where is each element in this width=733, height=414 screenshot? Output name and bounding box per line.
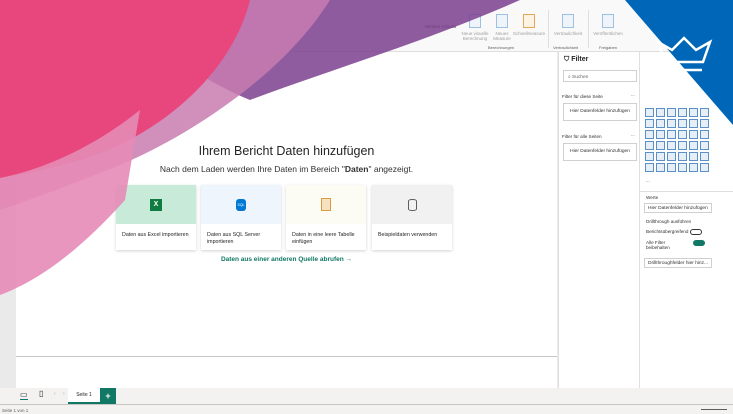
keep-filters-label: Alle Filter beibehalten [646, 240, 670, 250]
more-visuals[interactable]: ... [646, 178, 650, 183]
visual-type-icon[interactable] [656, 119, 665, 128]
report-canvas-area: Ihrem Bericht Daten hinzufügen Nach dem … [0, 52, 558, 388]
publish-icon [602, 14, 614, 28]
other-source-link[interactable]: Daten aus einer anderen Quelle abrufen → [16, 256, 557, 263]
add-page-button[interactable]: + [100, 388, 116, 404]
visual-type-icon[interactable] [700, 108, 709, 117]
sample-data-card[interactable]: Beispieldaten verwenden [372, 185, 452, 250]
visual-type-icon[interactable] [645, 119, 654, 128]
visual-type-icon[interactable] [689, 130, 698, 139]
report-canvas[interactable]: Ihrem Bericht Daten hinzufügen Nach dem … [16, 52, 557, 356]
visual-type-icon[interactable] [667, 108, 676, 117]
quick-measure-icon [523, 14, 535, 28]
visual-type-icon[interactable] [645, 130, 654, 139]
excel-icon: X [150, 198, 162, 211]
page-tabs-bar: ▭ ▯ ‹ › Seite 1 + [0, 388, 733, 404]
zoom-slider[interactable] [701, 409, 727, 410]
visual-type-icon[interactable] [678, 130, 687, 139]
new-measure-button[interactable]: Neues Measure [492, 14, 512, 41]
visual-type-icon[interactable] [689, 152, 698, 161]
more-visuals-button[interactable]: Weitere Visuals [425, 24, 456, 29]
filter-title: ⛉ Filter [564, 56, 589, 63]
measure-icon [496, 14, 508, 28]
visual-type-icon[interactable] [645, 108, 654, 117]
all-pages-filter-drop[interactable]: Hier Datenfelder hinzufügen [563, 143, 637, 161]
visual-type-icon[interactable] [667, 119, 676, 128]
paste-table-card[interactable]: Daten in eine leere Tabelle einfügen [286, 185, 366, 250]
next-page-icon[interactable]: › [63, 391, 65, 397]
calculation-icon [469, 14, 481, 28]
group-label: Freigaben [599, 45, 618, 50]
group-label: Vertraulichkeit [553, 45, 579, 50]
sql-server-import-card[interactable]: SQL Daten aus SQL Server importieren [201, 185, 281, 250]
filter-icon: ⛉ [564, 56, 570, 63]
paste-icon [321, 198, 331, 211]
page-count: Seite 1 von 1 [2, 408, 29, 413]
visual-type-icon[interactable] [700, 152, 709, 161]
values-drop[interactable]: Hier Datenfelder hinzufügen [644, 203, 712, 213]
visual-type-icon[interactable] [678, 152, 687, 161]
desktop-view-icon[interactable]: ▭ [20, 390, 28, 400]
cross-report-toggle[interactable] [689, 229, 702, 235]
more-options[interactable]: ... [631, 92, 635, 97]
sensitivity-button[interactable]: Vertraulichkeit [550, 14, 586, 36]
values-label: Werte [646, 195, 659, 200]
visual-type-icon[interactable] [678, 119, 687, 128]
sensitivity-icon [562, 14, 574, 28]
keep-filters-toggle[interactable] [693, 240, 705, 246]
visual-type-icon[interactable] [667, 163, 676, 172]
sample-data-icon [407, 198, 417, 211]
filter-pane: ⛉ Filter ⌕ Suchen Filter für diese Seite… [558, 52, 640, 388]
page-filters-label: Filter für diese Seite [562, 94, 603, 99]
page-title: Ihrem Bericht Daten hinzufügen [198, 144, 375, 158]
visual-type-icon[interactable] [678, 163, 687, 172]
publish-button[interactable]: Veröffentlichen [590, 14, 626, 36]
visual-type-icon[interactable] [656, 163, 665, 172]
visual-type-icon[interactable] [656, 130, 665, 139]
page-tab[interactable]: Seite 1 [68, 388, 100, 404]
page-filter-drop[interactable]: Hier Datenfelder hinzufügen [563, 103, 637, 121]
visual-type-icon[interactable] [656, 108, 665, 117]
visual-type-icon[interactable] [645, 141, 654, 150]
visual-type-icon[interactable] [678, 108, 687, 117]
visual-type-icon[interactable] [700, 163, 709, 172]
visual-type-icon[interactable] [689, 163, 698, 172]
visual-type-icon[interactable] [656, 141, 665, 150]
visual-type-icon[interactable] [700, 141, 709, 150]
visual-type-icon[interactable] [700, 119, 709, 128]
page-subtitle: Nach dem Laden werden Ihre Daten im Bere… [159, 164, 414, 174]
visual-type-icon[interactable] [667, 130, 676, 139]
cross-report-row: Berichtsübergreifend [646, 229, 702, 235]
drillthrough-drop[interactable]: Drillthroughfelder hier hinz... [644, 258, 712, 268]
visual-types-grid [644, 107, 720, 173]
drillthrough-title: Drillthrough ausführen [646, 219, 692, 224]
search-icon: ⌕ [568, 75, 571, 80]
prev-page-icon[interactable]: ‹ [54, 391, 56, 397]
filter-search-input[interactable]: ⌕ Suchen [563, 70, 637, 82]
mobile-view-icon[interactable]: ▯ [39, 389, 43, 398]
visual-type-icon[interactable] [656, 152, 665, 161]
visual-type-icon[interactable] [667, 141, 676, 150]
new-visual-calculation-button[interactable]: Neue visuelle Berechnung [458, 14, 492, 41]
visual-type-icon[interactable] [678, 141, 687, 150]
quick-measure-button[interactable]: Schnellmeasure [512, 14, 546, 36]
ribbon: Weitere Visuals Neue visuelle Berechnung… [0, 0, 733, 52]
visual-type-icon[interactable] [645, 163, 654, 172]
excel-import-card[interactable]: X Daten aus Excel importieren [116, 185, 196, 250]
visual-type-icon[interactable] [667, 152, 676, 161]
visual-type-icon[interactable] [700, 130, 709, 139]
visual-type-icon[interactable] [645, 152, 654, 161]
visual-type-icon[interactable] [689, 141, 698, 150]
status-bar: Seite 1 von 1 [0, 404, 733, 414]
visualizations-pane: ... Werte Hier Datenfelder hinzufügen Dr… [640, 52, 733, 388]
sql-server-icon: SQL [236, 198, 246, 211]
all-pages-filters-label: Filter für alle Seiten [562, 134, 602, 139]
visual-type-icon[interactable] [689, 108, 698, 117]
visual-type-icon[interactable] [689, 119, 698, 128]
group-label: Berechnungen [488, 45, 515, 50]
more-options[interactable]: ... [631, 132, 635, 137]
